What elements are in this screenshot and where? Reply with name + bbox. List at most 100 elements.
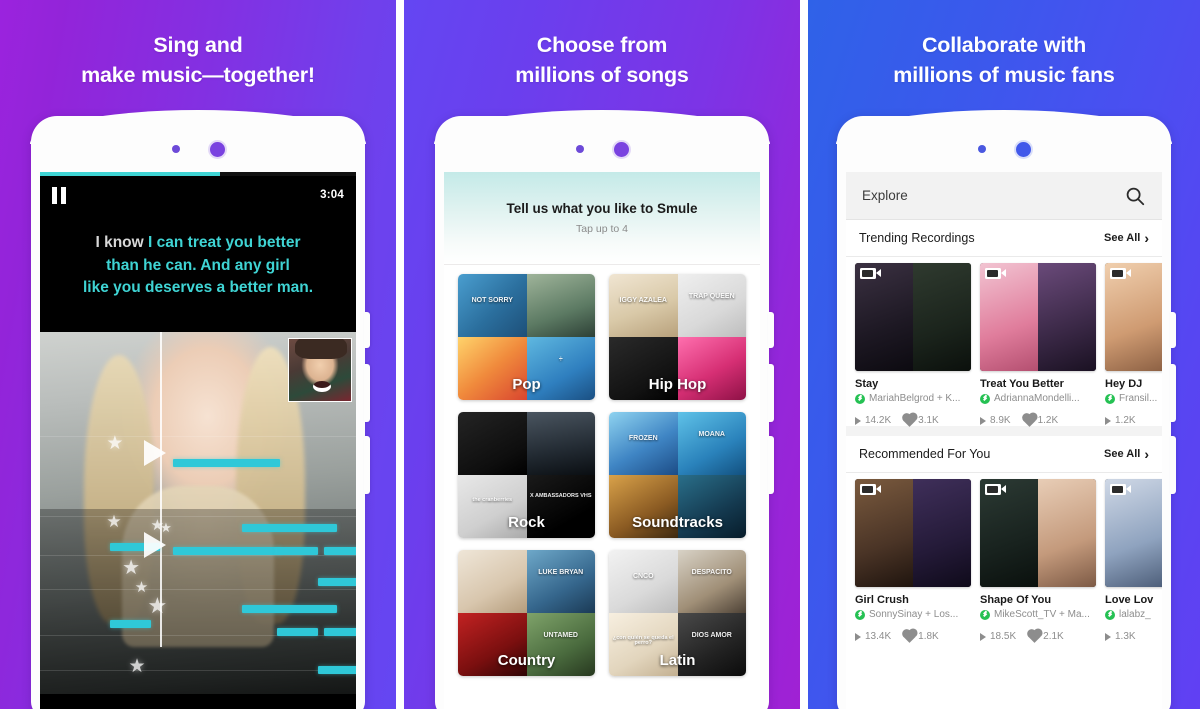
album-art: TRAP QUEEN — [677, 274, 746, 337]
recording-card-list: Stay MariahBelgrod + K... 14.2K 3.1K Treat Y… — [846, 257, 1162, 427]
album-art-text: FROZEN — [628, 434, 658, 442]
recording-card[interactable]: Stay MariahBelgrod + K... 14.2K 3.1K — [855, 263, 971, 427]
recording-stats: 14.2K 3.1K — [855, 413, 971, 427]
duet-half-right — [1038, 479, 1096, 587]
recording-card[interactable]: Girl Crush SonnySinay + Los... 13.4K 1.8K — [855, 479, 971, 643]
album-art: IGGY AZALEA — [609, 274, 678, 337]
recording-card-list: Girl Crush SonnySinay + Los... 13.4K 1.8K Sh… — [846, 473, 1162, 643]
recording-thumbnail[interactable] — [1105, 263, 1162, 371]
verified-badge-icon — [855, 609, 865, 620]
genre-grid: NOT SORRY ÷ Pop IGGY AZALEA TRAP QUEEN Hip Ho… — [444, 274, 760, 688]
genre-tile-hip-hop[interactable]: IGGY AZALEA TRAP QUEEN Hip Hop — [609, 274, 746, 400]
play-icon — [980, 416, 986, 425]
lyrics-overlay: I know I can treat you better than he ca… — [40, 232, 356, 300]
sparkle-star: ★ — [128, 655, 146, 677]
phone-button-volume[interactable] — [364, 364, 370, 422]
see-all-label: See All — [1104, 232, 1141, 244]
genre-tile-soundtracks[interactable]: FROZEN MOANA Soundtracks — [609, 412, 746, 538]
taste-prompt-subtitle: Tap up to 4 — [576, 223, 628, 235]
phone-mockup-2: Tell us what you like to Smule Tap up to… — [434, 110, 774, 709]
recording-title: Shape Of You — [980, 594, 1052, 606]
panel-divider — [396, 0, 404, 709]
album-art: MOANA — [677, 412, 746, 475]
duet-half-left — [980, 263, 1038, 371]
panel-3-headline: Collaborate with millions of music fans — [808, 30, 1200, 90]
playback-progress-bar[interactable] — [40, 172, 356, 176]
phone-button-mute[interactable] — [1170, 312, 1176, 348]
phone-screen-3: Explore Trending Recordings See All › Stay M… — [846, 172, 1162, 709]
lyrics-line-1-rest: I can treat you better — [148, 234, 301, 251]
verified-badge-icon — [980, 609, 990, 620]
chevron-right-icon: › — [1144, 446, 1149, 462]
performer-names: MikeScott_TV + Ma... — [994, 609, 1090, 620]
front-camera-icon — [209, 141, 225, 157]
like-count-value: 3.1K — [918, 415, 939, 426]
section-header: Recommended For You See All › — [846, 436, 1162, 472]
pause-icon[interactable] — [52, 186, 66, 204]
play-count: 8.9K — [980, 415, 1011, 426]
see-all-button[interactable]: See All › — [1104, 230, 1149, 246]
album-art — [526, 274, 595, 337]
taste-prompt-title: Tell us what you like to Smule — [506, 201, 698, 216]
phone-button-power[interactable] — [364, 436, 370, 494]
phone-button-volume[interactable] — [1170, 364, 1176, 422]
play-count-value: 14.2K — [865, 415, 892, 426]
phone-button-volume[interactable] — [768, 364, 774, 422]
recording-card[interactable]: Hey DJ Fransil... 1.2K — [1105, 263, 1162, 426]
phone-button-mute[interactable] — [768, 312, 774, 348]
section-title: Recommended For You — [859, 447, 991, 461]
album-art: LUKE BRYAN — [526, 550, 595, 613]
recording-title: Treat You Better — [980, 378, 1064, 390]
recording-stats: 13.4K 1.8K — [855, 629, 971, 643]
phone-button-power[interactable] — [768, 436, 774, 494]
panel-1-headline: Sing and make music—together! — [0, 30, 396, 90]
like-count-value: 2.1K — [1043, 631, 1064, 642]
phone-button-power[interactable] — [1170, 436, 1176, 494]
phone-mockup-3: Explore Trending Recordings See All › Stay M… — [836, 110, 1176, 709]
recording-thumbnail[interactable] — [855, 263, 971, 371]
recording-thumbnail[interactable] — [1105, 479, 1162, 587]
genre-tile-label: Pop — [512, 376, 541, 393]
recording-thumbnail[interactable] — [855, 479, 971, 587]
video-player: 3:04 I know I can treat you better than … — [40, 172, 356, 709]
recording-thumbnail[interactable] — [980, 479, 1096, 587]
recording-card[interactable]: Love Lov lalabz_ 1.3K — [1105, 479, 1162, 642]
search-icon[interactable] — [1124, 185, 1146, 207]
performer-names: lalabz_ — [1119, 609, 1151, 620]
search-bar[interactable]: Explore — [846, 172, 1162, 220]
phone-sensors — [31, 138, 365, 160]
album-art-text: MOANA — [698, 430, 725, 438]
play-count: 18.5K — [980, 631, 1016, 642]
verified-badge-icon — [1105, 609, 1115, 620]
video-camera-icon — [985, 268, 1006, 279]
panel-sing: Sing and make music—together! 3:04 I kno… — [0, 0, 396, 709]
genre-tile-country[interactable]: LUKE BRYAN UNTAMED Country — [458, 550, 595, 676]
sparkle-star: ★ — [147, 593, 168, 619]
like-count-value: 1.8K — [918, 631, 939, 642]
genre-tile-rock[interactable]: the cranberries X AMBASSADORS VHS Rock — [458, 412, 595, 538]
recording-stats: 8.9K 1.2K — [980, 413, 1096, 427]
playback-progress-fill — [40, 172, 221, 176]
duet-video-feed: ★ ★ ★ ★ ★ ★ ★ ★ — [40, 332, 356, 709]
recording-performers: MikeScott_TV + Ma... — [980, 609, 1096, 620]
proximity-sensor-icon — [575, 145, 584, 153]
search-input[interactable]: Explore — [862, 188, 908, 203]
genre-row: LUKE BRYAN UNTAMED Country CNCO DESPACITO ¿co… — [458, 550, 746, 676]
play-icon — [855, 632, 861, 641]
recording-thumbnail[interactable] — [980, 263, 1096, 371]
heart-icon — [903, 629, 917, 643]
like-count: 1.2K — [1022, 413, 1058, 427]
recording-stats: 1.2K — [1105, 415, 1162, 426]
recording-card[interactable]: Shape Of You MikeScott_TV + Ma... 18.5K 2.1… — [980, 479, 1096, 643]
genre-tile-label: Soundtracks — [632, 514, 723, 531]
play-icon — [855, 416, 861, 425]
front-camera-icon — [1015, 141, 1031, 157]
genre-tile-latin[interactable]: CNCO DESPACITO ¿con quién se queda el perr… — [609, 550, 746, 676]
album-art-text: X AMBASSADORS VHS — [529, 492, 592, 499]
album-art-text: TRAP QUEEN — [688, 292, 735, 300]
recording-card[interactable]: Treat You Better AdriannaMondelli... 8.9K 1… — [980, 263, 1096, 427]
phone-mockup-1: 3:04 I know I can treat you better than … — [30, 110, 370, 709]
phone-button-mute[interactable] — [364, 312, 370, 348]
genre-tile-pop[interactable]: NOT SORRY ÷ Pop — [458, 274, 595, 400]
see-all-button[interactable]: See All › — [1104, 446, 1149, 462]
